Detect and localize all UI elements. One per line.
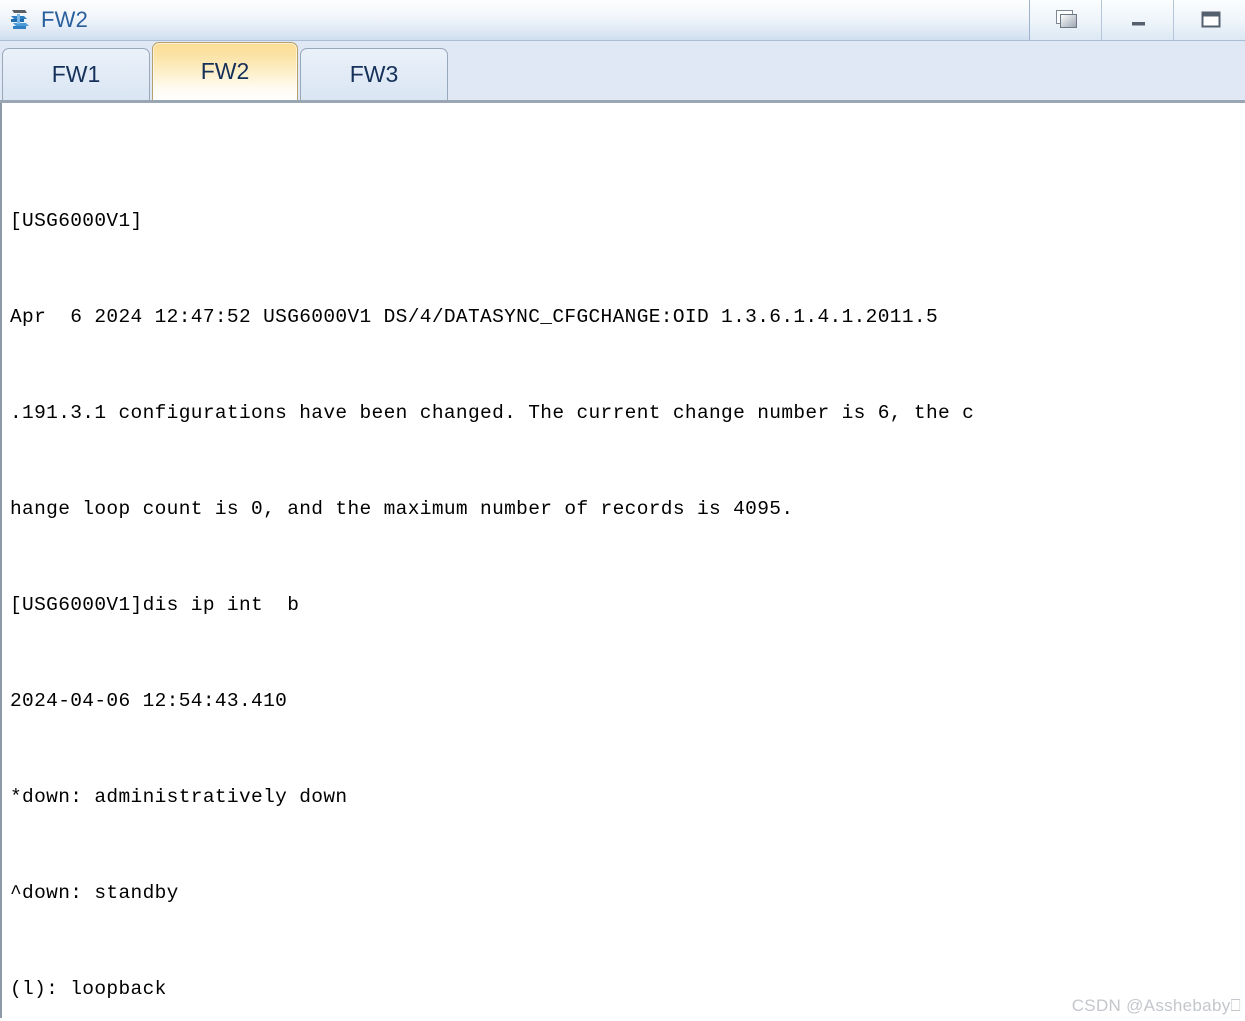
tab-fw3[interactable]: FW3 — [300, 48, 448, 100]
tab-fw3-label: FW3 — [349, 61, 399, 87]
tab-fw2[interactable]: FW2 — [152, 42, 298, 100]
console-line: ^down: standby — [10, 882, 179, 904]
device-tab-bar: FW1 FW2 FW3 — [0, 41, 1245, 103]
console-line: *down: administratively down — [10, 786, 348, 808]
maximize-window-button[interactable] — [1173, 0, 1245, 40]
csdn-watermark: CSDN @Asshebaby⎕ — [1071, 996, 1241, 1015]
firewall-device-icon — [8, 7, 34, 33]
console-line: .191.3.1 configurations have been change… — [10, 402, 975, 424]
console-line: [USG6000V1] — [10, 210, 143, 232]
window-title: FW2 — [41, 7, 89, 32]
tab-fw2-label: FW2 — [200, 58, 250, 84]
tab-fw1-label: FW1 — [51, 61, 101, 87]
title-bar-left: FW2 — [0, 7, 88, 33]
window-controls — [1029, 0, 1245, 40]
console-output-pane[interactable]: [USG6000V1] Apr 6 2024 12:47:52 USG6000V… — [0, 103, 1245, 1018]
console-command-line: [USG6000V1]dis ip int b — [10, 594, 300, 616]
console-line: 2024-04-06 12:54:43.410 — [10, 690, 288, 712]
console-line: Apr 6 2024 12:47:52 USG6000V1 DS/4/DATAS… — [10, 306, 938, 328]
console-line: (l): loopback — [10, 978, 167, 1000]
application-window: FW2 FW1 FW2 FW3 [USG6000V1] Apr 6 2024 1… — [0, 0, 1245, 1021]
minimize-window-button[interactable] — [1101, 0, 1173, 40]
console-text: [USG6000V1] Apr 6 2024 12:47:52 USG6000V… — [2, 103, 1245, 1018]
title-bar: FW2 — [0, 0, 1245, 41]
tab-fw1[interactable]: FW1 — [2, 48, 150, 100]
restore-window-button[interactable] — [1029, 0, 1101, 40]
console-line: hange loop count is 0, and the maximum n… — [10, 498, 794, 520]
